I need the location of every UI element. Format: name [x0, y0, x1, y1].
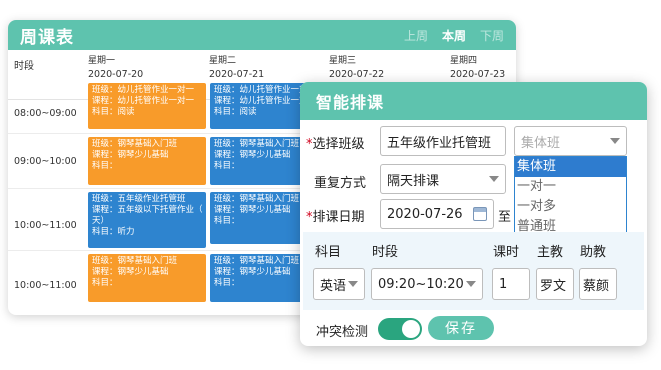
day-header-thu: 星期四 2020-07-23	[450, 54, 505, 82]
lesson-class: 班级：钢琴基础入门班	[92, 256, 178, 266]
repeat-select[interactable]: 隔天排课	[380, 164, 506, 194]
class-type-select[interactable]: 集体班	[514, 126, 627, 156]
lesson-block[interactable]: 班级：五年级作业托管班 课程：五年级以下托管作业（ 天） 科目：听力	[88, 192, 206, 248]
chevron-down-icon	[610, 138, 620, 144]
col-subject: 科目	[315, 245, 342, 260]
lesson-subject: 科目：阅读	[92, 107, 135, 117]
hours-input[interactable]: 1	[492, 268, 530, 300]
repeat-label: 重复方式	[314, 176, 367, 191]
date-label-text: 排课日期	[312, 210, 365, 225]
lesson-subject: 科目：	[92, 161, 118, 171]
time-slot: 10:00~11:00	[14, 220, 77, 231]
period-value: 09:20~10:20	[378, 276, 464, 292]
dropdown-option[interactable]: 集体班	[515, 157, 626, 177]
timetable-title: 周课表	[20, 27, 74, 48]
period-select[interactable]: 09:20~10:20	[371, 268, 483, 300]
time-slot: 10:00~11:00	[14, 280, 77, 291]
day-header-tue: 星期二 2020-07-21	[209, 54, 264, 82]
class-field-label: *选择班级	[306, 133, 365, 152]
class-type-placeholder: 集体班	[521, 135, 561, 151]
col-hours: 课时	[493, 245, 520, 260]
subject-select[interactable]: 英语	[313, 268, 365, 300]
col-teacher: 主教	[537, 245, 564, 260]
schedule-detail-table: 科目 时段 课时 主教 助教 英语 09:20~10:20 1 罗文 蔡颜	[303, 232, 644, 310]
start-date-value: 2020-07-26	[387, 206, 463, 222]
start-date-input[interactable]: 2020-07-26	[380, 199, 494, 229]
chevron-down-icon	[489, 176, 499, 182]
day-label: 星期一	[88, 56, 116, 66]
save-button[interactable]: 保存	[428, 316, 494, 340]
time-column-header: 时段	[14, 61, 34, 72]
calendar-icon[interactable]	[473, 207, 487, 221]
lesson-course: 课程：幼儿托管作业一对一	[92, 96, 195, 106]
chevron-down-icon	[348, 281, 358, 287]
conflict-check-label: 冲突检测	[316, 325, 369, 340]
assistant-input[interactable]: 蔡颜	[579, 268, 617, 300]
lesson-class: 班级：五年级作业托管班	[92, 194, 186, 204]
conflict-check-toggle[interactable]	[378, 318, 422, 340]
date-field-label: *排课日期	[306, 206, 365, 225]
timetable-header: 周课表 上周 本周 下周	[8, 20, 516, 50]
lesson-course-cont: 天）	[92, 216, 110, 226]
dropdown-option[interactable]: 一对多	[515, 197, 626, 217]
lesson-subject: 科目：听力	[92, 227, 135, 237]
current-week-link[interactable]: 本周	[442, 27, 466, 44]
time-slot: 09:00~10:00	[14, 156, 77, 167]
day-label: 星期四	[450, 56, 478, 66]
dialog-title: 智能排课	[316, 93, 385, 112]
day-header-wed: 星期三 2020-07-22	[329, 54, 384, 82]
day-date: 2020-07-23	[450, 69, 506, 80]
lesson-block[interactable]: 班级：钢琴基础入门班 课程：钢琴少儿基础 科目：	[88, 254, 206, 302]
next-week-link[interactable]: 下周	[480, 27, 504, 44]
lesson-block[interactable]: 班级：钢琴基础入门班 课程：钢琴少儿基础 科目：	[88, 137, 206, 185]
lesson-course: 课程：钢琴少儿基础	[92, 150, 169, 160]
day-date: 2020-07-22	[329, 69, 385, 80]
day-date: 2020-07-21	[209, 69, 265, 80]
chevron-down-icon	[466, 281, 476, 287]
dropdown-option[interactable]: 一对一	[515, 177, 626, 197]
class-type-dropdown: 集体班 一对一 一对多 普通班	[514, 156, 627, 238]
lesson-course: 课程：钢琴少儿基础	[92, 267, 169, 277]
app-stage: 周课表 上周 本周 下周 时段 星期一 2020-07-20 星期二 2020-…	[0, 0, 661, 370]
lesson-block[interactable]: 班级：幼儿托管作业一对一 课程：幼儿托管作业一对一 科目：阅读	[88, 83, 206, 129]
dialog-header: 智能排课	[300, 82, 647, 120]
toggle-knob	[402, 320, 420, 338]
smart-schedule-dialog: 智能排课 *选择班级 五年级作业托管班 集体班 集体班 一对一 一对多 普通班 …	[300, 82, 647, 346]
time-slot: 08:00~09:00	[14, 108, 77, 119]
col-period: 时段	[372, 245, 399, 260]
lesson-subject: 科目：	[92, 278, 118, 288]
lesson-class: 班级：幼儿托管作业一对一	[92, 85, 195, 95]
class-label-text: 选择班级	[312, 137, 365, 152]
lesson-course: 课程：五年级以下托管作业（	[92, 205, 203, 215]
day-header-mon: 星期一 2020-07-20	[88, 54, 143, 82]
week-nav: 上周 本周 下周	[404, 27, 504, 44]
subject-value: 英语	[320, 278, 347, 294]
repeat-value: 隔天排课	[387, 173, 440, 189]
teacher-input[interactable]: 罗文	[536, 268, 574, 300]
day-label: 星期三	[329, 56, 357, 66]
date-to-label: 至	[498, 210, 512, 225]
day-date: 2020-07-20	[88, 69, 144, 80]
col-assistant: 助教	[580, 245, 607, 260]
lesson-class: 班级：钢琴基础入门班	[92, 139, 178, 149]
class-select[interactable]: 五年级作业托管班	[380, 126, 506, 156]
prev-week-link[interactable]: 上周	[404, 27, 428, 44]
day-label: 星期二	[209, 56, 237, 66]
